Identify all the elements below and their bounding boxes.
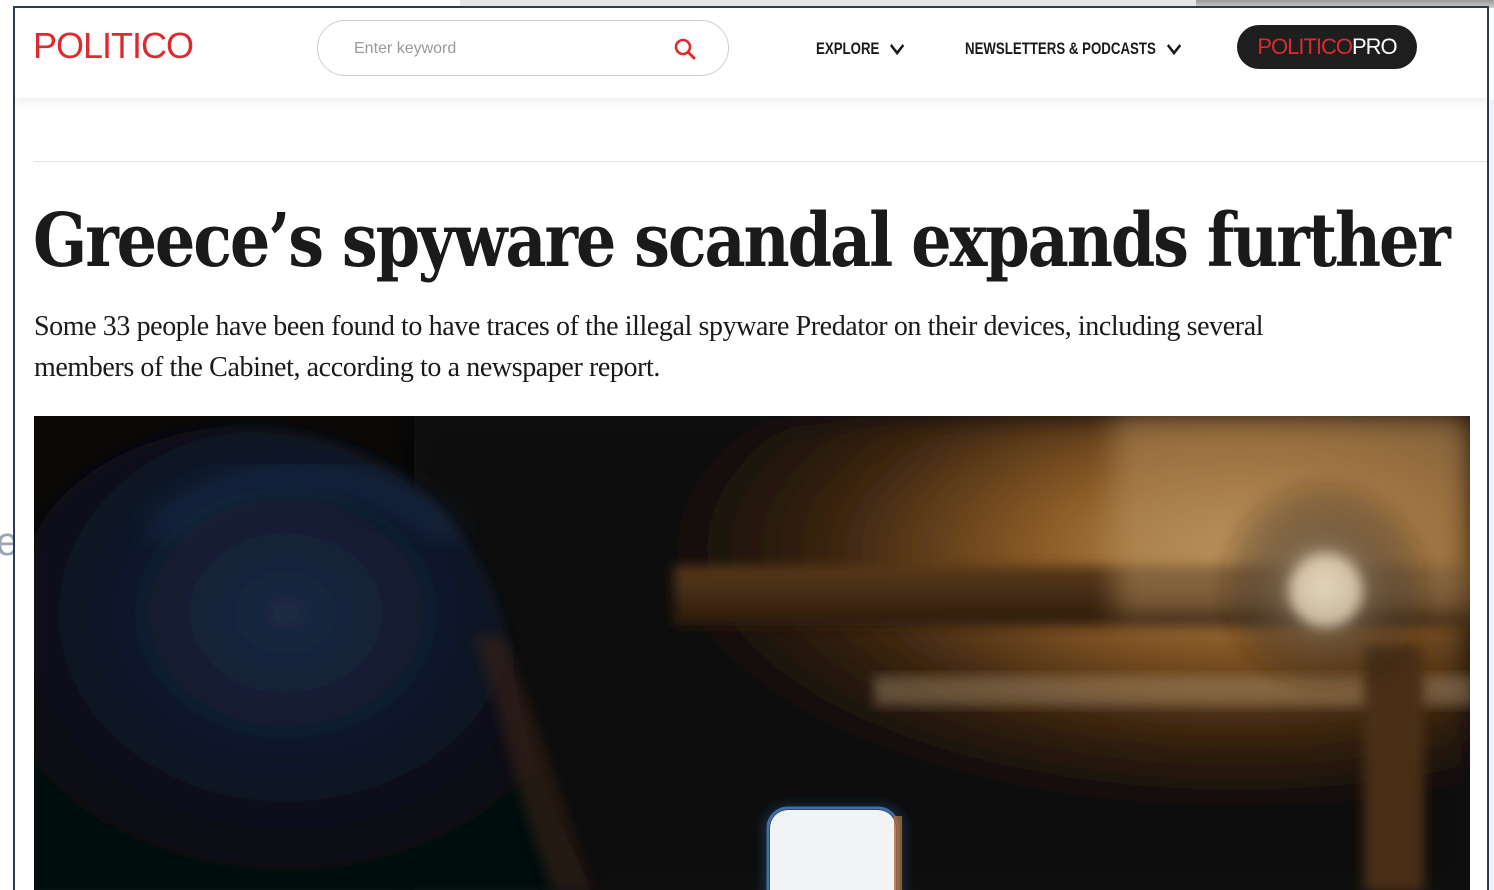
section-divider (34, 161, 1487, 162)
hero-image (34, 416, 1470, 890)
chevron-down-icon (890, 43, 905, 56)
pro-button-suffix: PRO (1352, 34, 1398, 59)
browser-window: POLITICO EXPLORE NEWSLETTERS & PODCASTS … (13, 6, 1489, 890)
search-box[interactable] (317, 20, 729, 76)
search-icon[interactable] (672, 36, 698, 62)
search-input[interactable] (352, 35, 656, 63)
hero-photo (34, 416, 1470, 890)
nav-newsletters-podcasts[interactable]: NEWSLETTERS & PODCASTS (965, 34, 1182, 64)
background-glyph: e (0, 522, 14, 562)
politico-logo[interactable]: POLITICO (33, 24, 194, 68)
nav-explore[interactable]: EXPLORE (816, 34, 906, 64)
article-headline: Greece’s spyware scandal expands further (33, 198, 1451, 284)
politico-pro-button[interactable]: POLITICO PRO (1237, 25, 1417, 69)
pro-button-brand: POLITICO (1257, 34, 1353, 59)
nav-newsletters-label: NEWSLETTERS & PODCASTS (965, 39, 1156, 58)
site-header: POLITICO EXPLORE NEWSLETTERS & PODCASTS … (15, 8, 1487, 99)
nav-explore-label: EXPLORE (816, 39, 880, 58)
article-dek: Some 33 people have been found to have t… (34, 311, 1264, 383)
background-desktop: e (0, 0, 14, 890)
chevron-down-icon (1166, 43, 1181, 56)
